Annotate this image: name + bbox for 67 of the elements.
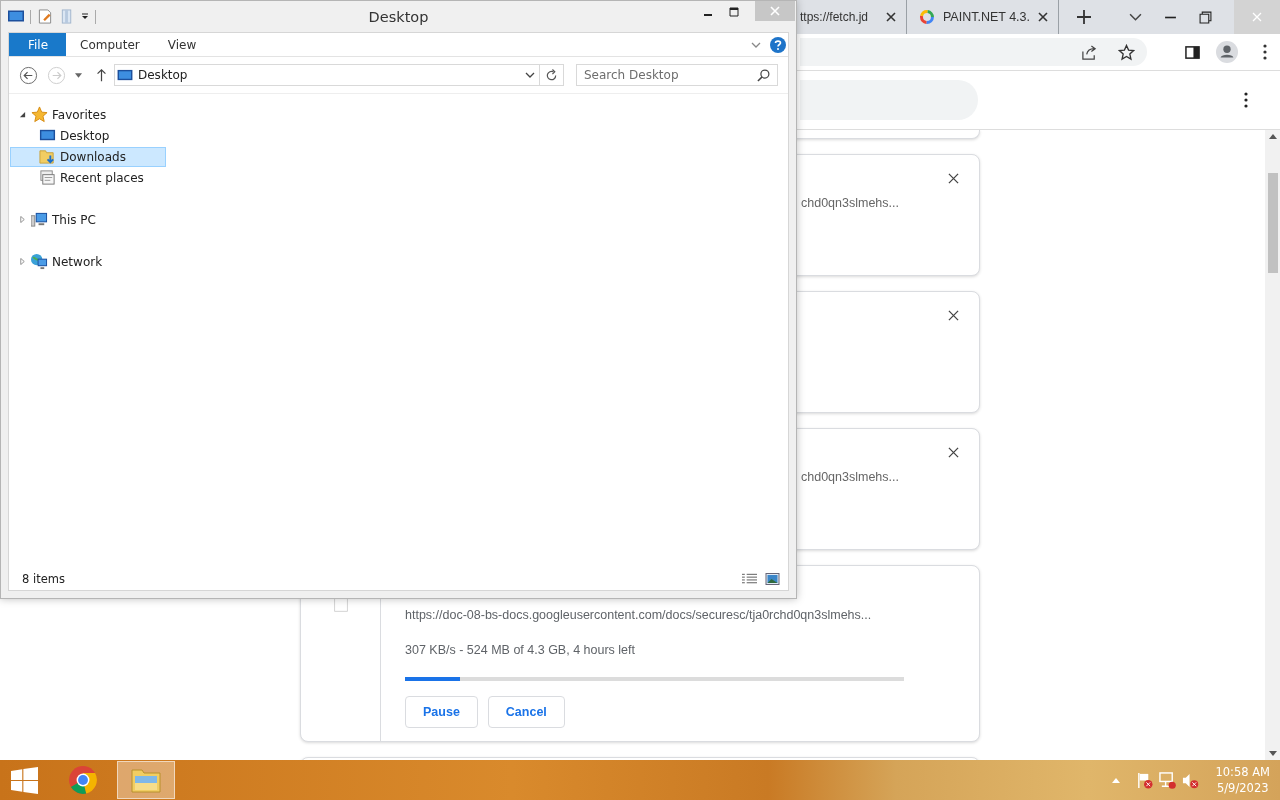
browser-icon — [68, 765, 98, 795]
close-icon[interactable] — [886, 12, 896, 22]
close-icon — [1252, 12, 1262, 22]
dropdown-icon[interactable] — [81, 12, 89, 21]
profile-icon[interactable] — [1216, 41, 1238, 63]
refresh-icon — [545, 68, 558, 82]
scroll-up-icon[interactable] — [1268, 134, 1277, 139]
expander-icon[interactable] — [19, 111, 26, 118]
tree-item[interactable]: Downloads — [10, 146, 166, 167]
monitor-icon — [8, 9, 24, 24]
scroll-down-icon[interactable] — [1268, 751, 1277, 756]
folder-icon — [131, 767, 161, 793]
share-icon[interactable] — [1081, 43, 1098, 61]
download-status: 307 KB/s - 524 MB of 4.3 GB, 4 hours left — [405, 643, 635, 657]
large-icons-view-icon[interactable] — [765, 573, 780, 585]
close-icon[interactable] — [1038, 12, 1048, 22]
muted-speaker-icon[interactable] — [1182, 771, 1200, 789]
recent-places-icon — [39, 169, 56, 186]
tree-item[interactable]: Network — [28, 251, 166, 272]
properties-icon[interactable] — [37, 9, 53, 24]
ribbon-tab[interactable]: Computer — [66, 33, 154, 56]
search-field[interactable]: Search Desktop — [576, 64, 778, 86]
search-field[interactable] — [800, 80, 978, 120]
back-icon[interactable] — [19, 65, 38, 85]
start-icon[interactable] — [11, 766, 38, 794]
address-field[interactable]: Desktop — [114, 64, 540, 86]
refresh-button[interactable] — [540, 64, 564, 86]
colored-ring-icon — [919, 9, 935, 25]
details-view-icon[interactable] — [742, 573, 757, 585]
ribbon-tab[interactable]: View — [153, 33, 211, 56]
maximize-icon[interactable] — [729, 7, 739, 17]
item-count: 8 items — [22, 572, 65, 586]
download-url[interactable]: chd0qn3slmehs... — [801, 196, 899, 210]
download-url[interactable]: https://doc-08-bs-docs.googleusercontent.com/docs/securesc/tja0rchd0qn3slmehs... — [405, 608, 872, 622]
tree-item[interactable]: This PC — [28, 209, 166, 230]
browser-tab[interactable]: PAINT.NET 4.3. — [907, 0, 1059, 34]
new-tab-icon[interactable] — [1077, 10, 1091, 24]
search-icon[interactable] — [757, 69, 770, 82]
scrollbar-thumb[interactable] — [1267, 173, 1278, 273]
tree-item[interactable]: Favorites — [28, 104, 166, 125]
network-icon — [31, 253, 48, 270]
close-icon[interactable] — [948, 173, 959, 184]
side-panel-icon[interactable] — [1185, 44, 1200, 60]
flag-icon[interactable] — [1136, 771, 1154, 789]
chevron-down-icon[interactable] — [525, 72, 535, 78]
network-icon[interactable] — [1159, 771, 1177, 789]
close-icon — [770, 6, 780, 16]
scrollbar[interactable] — [1265, 130, 1280, 760]
monitor-icon — [117, 68, 133, 82]
menu-icon[interactable] — [1263, 44, 1267, 60]
restore-icon[interactable] — [1199, 10, 1212, 24]
star-icon[interactable] — [1118, 43, 1135, 61]
downloads-folder-icon — [39, 148, 56, 165]
tree-item[interactable]: Recent places — [10, 167, 166, 188]
tree-item[interactable]: Desktop — [10, 125, 166, 146]
download-button[interactable]: Cancel — [487, 696, 565, 728]
window-title: Desktop — [367, 8, 430, 25]
download-url[interactable]: chd0qn3slmehs... — [801, 470, 899, 484]
menu-icon[interactable] — [1244, 92, 1248, 108]
help-icon[interactable] — [770, 36, 786, 53]
close-icon[interactable] — [948, 447, 959, 458]
ribbon-tab[interactable]: File — [9, 33, 67, 56]
star-icon — [31, 106, 48, 123]
close-icon[interactable] — [948, 310, 959, 321]
computer-icon — [31, 211, 48, 228]
download-button[interactable]: Pause — [405, 696, 478, 728]
up-icon[interactable] — [96, 68, 107, 82]
